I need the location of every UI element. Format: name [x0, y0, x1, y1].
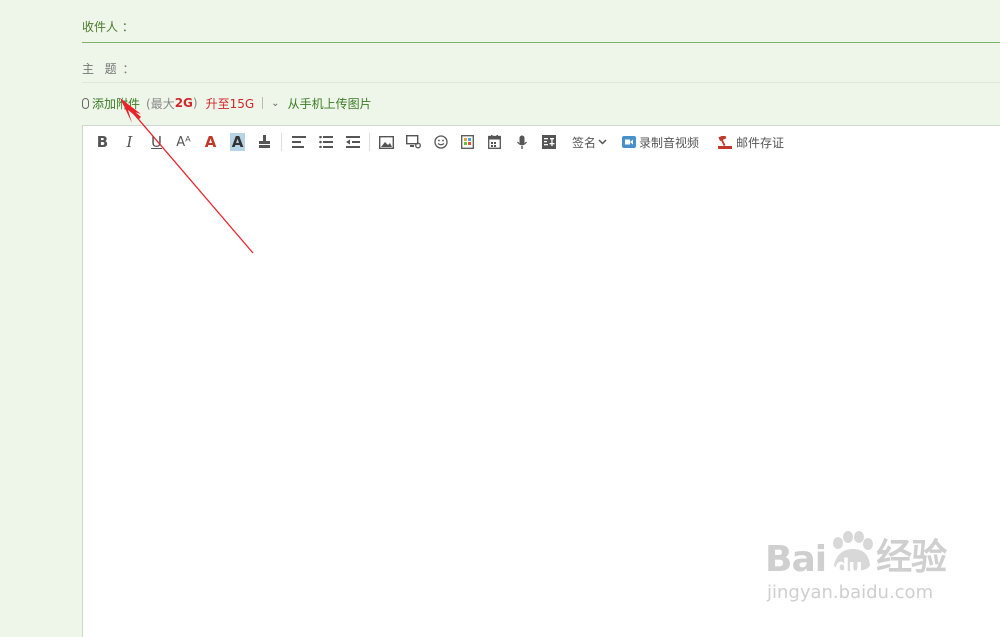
recipient-label: 收件人 ：	[82, 20, 134, 34]
editor-toolbar: B I U Aᴬ A A 签名 录制音视频 邮件存证	[83, 126, 1000, 158]
emoji-button[interactable]	[427, 130, 454, 154]
record-video-button[interactable]: 录制音视频	[616, 130, 705, 154]
indent-icon	[345, 136, 360, 148]
upgrade-storage-link[interactable]: 升至15G	[206, 95, 255, 112]
screenshot-button[interactable]	[400, 130, 427, 154]
subject-row: 主 题 ：	[82, 57, 1000, 83]
subject-input[interactable]	[142, 57, 990, 79]
upload-from-phone-link[interactable]: 从手机上传图片	[288, 95, 372, 112]
mail-evidence-button[interactable]: 邮件存证	[711, 130, 790, 154]
list-button[interactable]	[312, 130, 339, 154]
subject-label: 主 题 ：	[82, 62, 136, 76]
attachment-max-prefix: (最大	[146, 96, 175, 111]
recipient-input[interactable]	[142, 15, 990, 37]
screenshot-icon	[406, 135, 421, 149]
underline-glyph: U	[151, 133, 162, 151]
insert-image-button[interactable]	[373, 130, 400, 154]
signature-label: 签名	[572, 135, 597, 150]
background-color-button[interactable]: A	[224, 130, 251, 154]
video-record-icon	[622, 136, 637, 148]
microphone-icon	[516, 135, 527, 149]
record-video-label: 录制音视频	[639, 135, 700, 150]
rich-text-editor: B I U Aᴬ A A 签名 录制音视频 邮件存证	[82, 125, 1000, 637]
font-size-glyph: Aᴬ	[176, 134, 191, 150]
bullet-list-icon	[318, 136, 333, 148]
add-attachment-link[interactable]: 添加附件	[92, 95, 140, 112]
voice-button[interactable]	[508, 130, 535, 154]
brush-icon	[259, 135, 270, 148]
font-size-button[interactable]: Aᴬ	[170, 130, 197, 154]
recipient-row: 收件人 ：	[82, 15, 1000, 43]
translate-button[interactable]	[535, 130, 562, 154]
calendar-icon	[488, 135, 501, 149]
paperclip-icon	[82, 97, 89, 109]
signature-dropdown[interactable]: 签名	[566, 130, 616, 154]
indent-button[interactable]	[339, 130, 366, 154]
mail-evidence-label: 邮件存证	[736, 135, 785, 150]
toolbar-divider	[281, 133, 282, 151]
calendar-button[interactable]	[481, 130, 508, 154]
attachment-bar: 添加附件 (最大 2G) 升至15G ⌄ 从手机上传图片	[82, 95, 372, 111]
font-color-glyph: A	[204, 133, 217, 151]
attachment-max-value: 2G	[174, 96, 193, 110]
underline-button[interactable]: U	[143, 130, 170, 154]
chevron-down-icon	[598, 139, 607, 145]
toolbar-divider	[369, 133, 370, 151]
attachment-max-suffix: )	[192, 96, 198, 110]
align-left-icon	[291, 136, 306, 148]
template-icon	[461, 135, 474, 149]
gavel-icon	[718, 135, 733, 149]
bold-button[interactable]: B	[89, 130, 116, 154]
editor-body[interactable]	[83, 160, 1000, 637]
italic-button[interactable]: I	[116, 130, 143, 154]
italic-glyph: I	[126, 133, 133, 151]
background-color-glyph: A	[229, 133, 246, 151]
divider	[262, 97, 264, 109]
template-button[interactable]	[454, 130, 481, 154]
translate-icon	[541, 135, 556, 149]
bold-glyph: B	[96, 133, 109, 151]
chevron-down-icon[interactable]: ⌄	[271, 98, 279, 109]
align-button[interactable]	[285, 130, 312, 154]
smiley-icon	[433, 135, 448, 149]
image-icon	[379, 135, 394, 149]
format-painter-button[interactable]	[251, 130, 278, 154]
font-color-button[interactable]: A	[197, 130, 224, 154]
